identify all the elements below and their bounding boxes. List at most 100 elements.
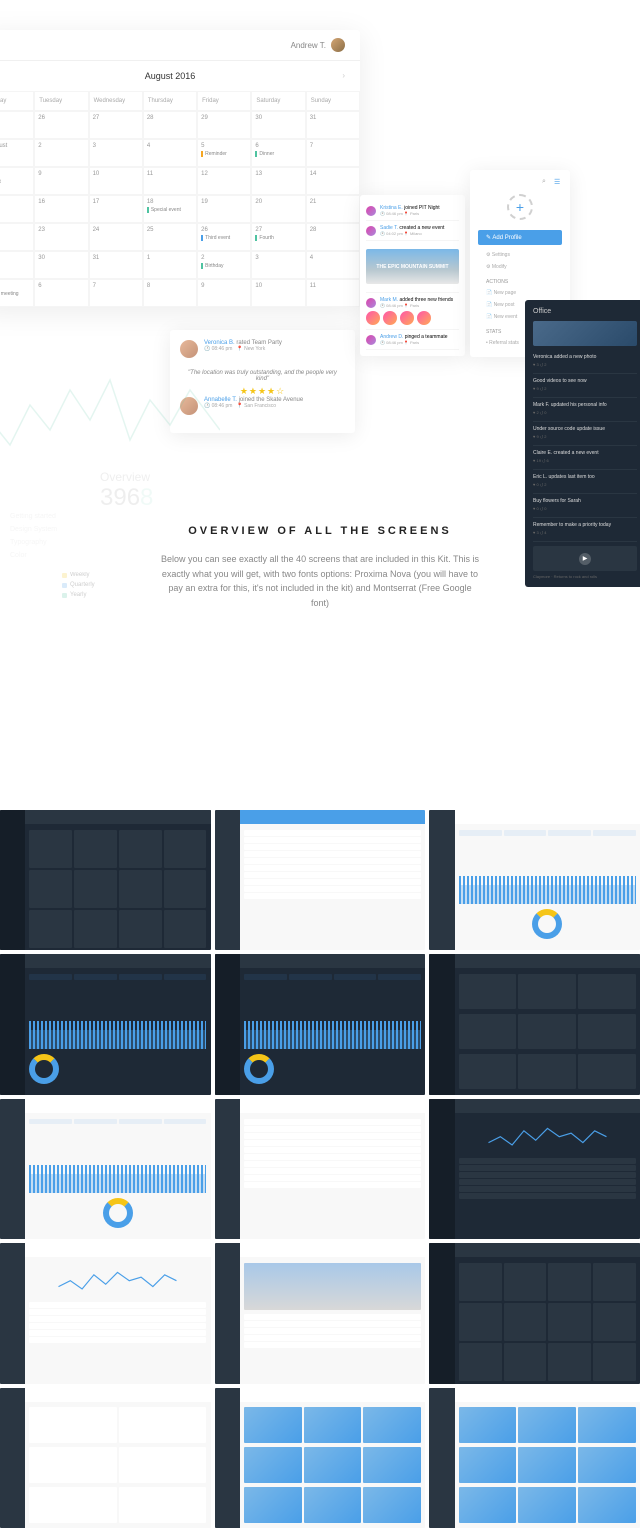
- calendar-cell[interactable]: 4: [306, 251, 360, 279]
- avatar: [331, 38, 345, 52]
- sidebar-action[interactable]: 📄 New page: [478, 287, 562, 299]
- calendar-title-row: ‹ August 2016 ›: [0, 61, 360, 91]
- screen-thumbnail[interactable]: [429, 1243, 640, 1383]
- screen-thumbnail[interactable]: [215, 1243, 426, 1383]
- screen-thumbnail[interactable]: [215, 954, 426, 1094]
- calendar-cell[interactable]: 7: [306, 139, 360, 167]
- dark-list-item[interactable]: Under source code update issue♥ 9 ⭯ 2: [533, 422, 637, 446]
- screen-thumbnail[interactable]: [215, 1388, 426, 1528]
- calendar-cell[interactable]: 29: [197, 111, 251, 139]
- calendar-cell[interactable]: 5Bank meeting: [0, 279, 34, 307]
- add-button[interactable]: +: [507, 194, 533, 220]
- calendar-cell[interactable]: 15: [0, 195, 34, 223]
- calendar-cell[interactable]: 21: [306, 195, 360, 223]
- screen-thumbnail[interactable]: [429, 810, 640, 950]
- feed-item[interactable]: THE EPIC MOUNTAIN SUMMIT: [366, 241, 459, 293]
- feed-item[interactable]: Mark M. added three new friends 🕐 08:46 …: [366, 293, 459, 330]
- calendar-user[interactable]: Andrew T.: [291, 38, 345, 52]
- feed-item[interactable]: Kristina E. joined PIT Night 🕐 08:46 pm …: [366, 201, 459, 221]
- calendar-cell[interactable]: 2Birthday: [197, 251, 251, 279]
- avatar: [366, 311, 380, 325]
- calendar-cell[interactable]: 7: [89, 279, 143, 307]
- calendar-cell[interactable]: 8Event: [0, 167, 34, 195]
- calendar-cell[interactable]: 6: [34, 279, 88, 307]
- calendar-cell[interactable]: 22: [0, 223, 34, 251]
- menu-icon[interactable]: ☰: [554, 178, 562, 186]
- calendar-cell[interactable]: 30: [34, 251, 88, 279]
- screen-thumbnail[interactable]: [0, 1388, 211, 1528]
- day-header: Saturday: [251, 91, 305, 111]
- calendar-cell[interactable]: 1: [143, 251, 197, 279]
- calendar-cell[interactable]: 9: [34, 167, 88, 195]
- calendar-cell[interactable]: 11: [306, 279, 360, 307]
- calendar-cell[interactable]: 27Fourth: [251, 223, 305, 251]
- dark-list-item[interactable]: Claire E. created a new event♥ 19 ⭯ 6: [533, 446, 637, 470]
- calendar-cell[interactable]: 10: [251, 279, 305, 307]
- calendar-cell[interactable]: 24: [89, 223, 143, 251]
- calendar-cell[interactable]: 1 August: [0, 139, 34, 167]
- screen-thumbnail[interactable]: [429, 954, 640, 1094]
- calendar-cell[interactable]: 18Special event: [143, 195, 197, 223]
- sidebar-link[interactable]: ⚙ Modify: [478, 261, 562, 273]
- calendar-cell[interactable]: 31: [89, 251, 143, 279]
- screen-thumbnail[interactable]: [0, 1243, 211, 1383]
- avatar: [366, 226, 376, 236]
- screens-grid: [0, 810, 640, 1528]
- screen-thumbnail[interactable]: [429, 1388, 640, 1528]
- section-title: OVERVIEW OF ALL THE SCREENS: [0, 525, 640, 537]
- calendar-cell[interactable]: 26: [34, 111, 88, 139]
- screen-thumbnail[interactable]: [0, 954, 211, 1094]
- day-header: Friday: [197, 91, 251, 111]
- day-header: Monday: [0, 91, 34, 111]
- calendar-cell[interactable]: 25: [143, 223, 197, 251]
- calendar-cell[interactable]: 8: [143, 279, 197, 307]
- feed-image: THE EPIC MOUNTAIN SUMMIT: [366, 249, 459, 284]
- calendar-cell[interactable]: 2: [34, 139, 88, 167]
- ghost-overview-label: Overview: [100, 470, 153, 484]
- screen-thumbnail[interactable]: [0, 1099, 211, 1239]
- calendar-cell[interactable]: 31: [306, 111, 360, 139]
- calendar-cell[interactable]: 3: [89, 139, 143, 167]
- screen-thumbnail[interactable]: [0, 810, 211, 950]
- calendar-cell[interactable]: 3: [251, 251, 305, 279]
- feed-item[interactable]: Andrew D. pinged a teammate 🕐 08:46 pm 📍…: [366, 330, 459, 350]
- calendar-cell[interactable]: 16: [34, 195, 88, 223]
- sidebar-link[interactable]: ⚙ Settings: [478, 249, 562, 261]
- calendar-cell[interactable]: 12: [197, 167, 251, 195]
- dark-list-item[interactable]: Buy flowers for Sarah♥ 0 ⭯ 0: [533, 494, 637, 518]
- feed-item[interactable]: Sadie T. created a new event 🕐 04:02 pm …: [366, 221, 459, 241]
- calendar-cell[interactable]: 28: [143, 111, 197, 139]
- screen-thumbnail[interactable]: [429, 1099, 640, 1239]
- dark-list-item[interactable]: Good videos to see now♥ 9 ⭯ 2: [533, 374, 637, 398]
- calendar-cell[interactable]: 6Dinner: [251, 139, 305, 167]
- calendar-cell[interactable]: 28: [306, 223, 360, 251]
- next-month-icon[interactable]: ›: [342, 71, 345, 80]
- add-profile-button[interactable]: ✎ Add Profile: [478, 230, 562, 245]
- calendar-cell[interactable]: 19: [197, 195, 251, 223]
- calendar-cell[interactable]: 11: [143, 167, 197, 195]
- calendar-cell[interactable]: 20: [251, 195, 305, 223]
- day-header: Thursday: [143, 91, 197, 111]
- day-header: Sunday: [306, 91, 360, 111]
- calendar-cell[interactable]: 9: [197, 279, 251, 307]
- calendar-cell[interactable]: 26Third event: [197, 223, 251, 251]
- calendar-month: August 2016: [145, 71, 196, 81]
- screen-thumbnail[interactable]: [215, 810, 426, 950]
- calendar-cell[interactable]: 5Reminder: [197, 139, 251, 167]
- calendar-cell[interactable]: 10: [89, 167, 143, 195]
- calendar-cell[interactable]: 13: [251, 167, 305, 195]
- search-icon[interactable]: ⌕: [542, 178, 550, 186]
- screen-thumbnail[interactable]: [215, 1099, 426, 1239]
- dark-list-item[interactable]: Veronica added a new photo♥ 3 ⭯ 2: [533, 350, 637, 374]
- calendar-cell[interactable]: 27: [89, 111, 143, 139]
- calendar-cell[interactable]: 25: [0, 111, 34, 139]
- dark-hero-image: [533, 321, 637, 346]
- calendar-cell[interactable]: 30: [251, 111, 305, 139]
- calendar-cell[interactable]: 14: [306, 167, 360, 195]
- calendar-cell[interactable]: 29: [0, 251, 34, 279]
- calendar-cell[interactable]: 23: [34, 223, 88, 251]
- dark-list-item[interactable]: Eric L. updates last item too♥ 0 ⭯ 2: [533, 470, 637, 494]
- dark-list-item[interactable]: Mark F. updated his personal info♥ 2 ⭯ 0: [533, 398, 637, 422]
- calendar-cell[interactable]: 4: [143, 139, 197, 167]
- calendar-cell[interactable]: 17: [89, 195, 143, 223]
